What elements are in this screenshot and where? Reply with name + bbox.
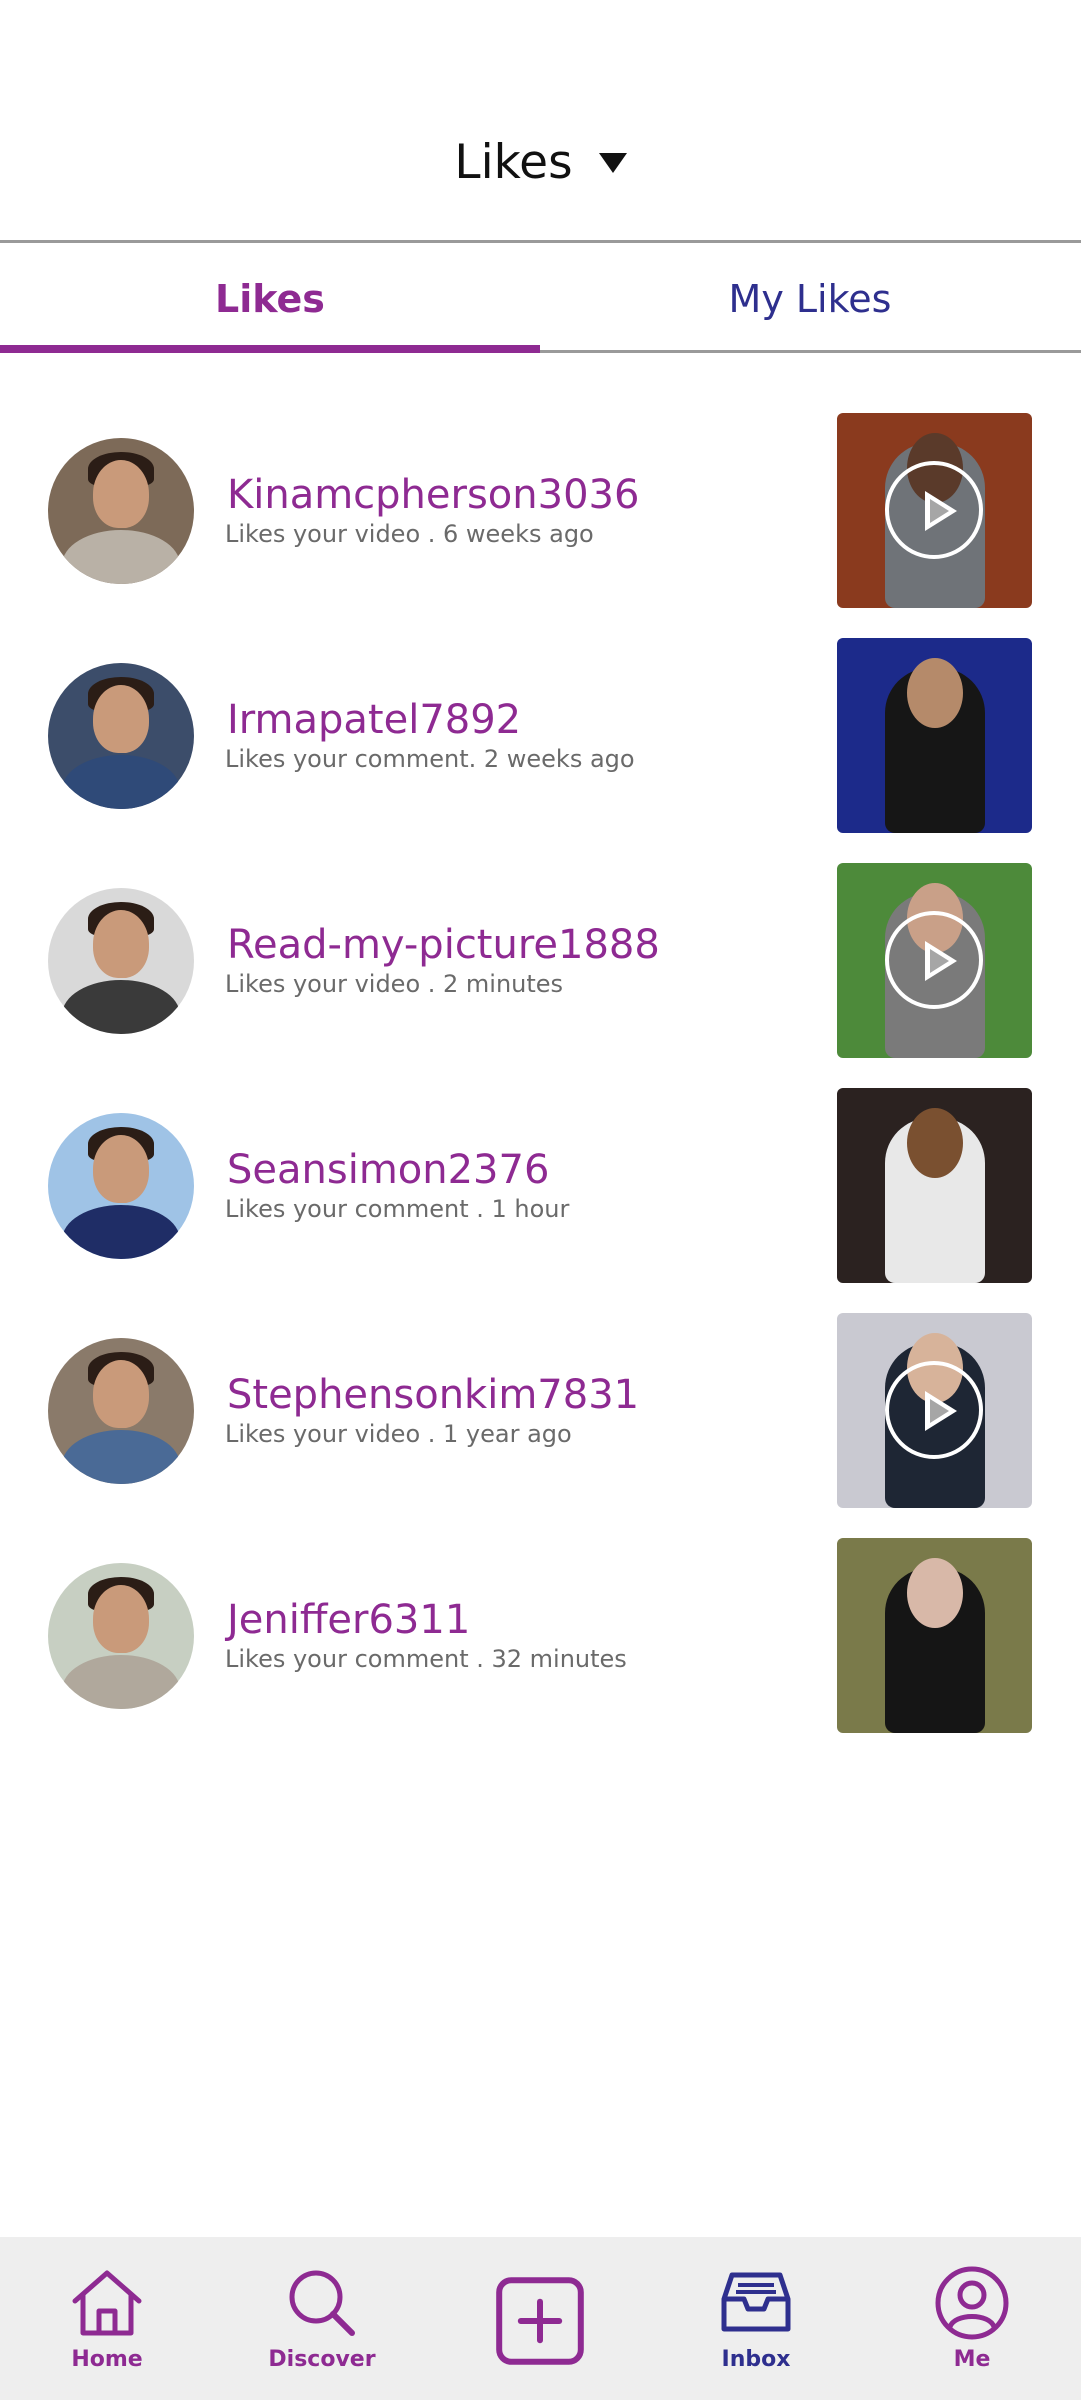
avatar[interactable] xyxy=(48,1113,194,1259)
list-item[interactable]: Read-my-picture1888 Likes your video . 2… xyxy=(0,860,1081,1060)
nav-inbox-label: Inbox xyxy=(721,2347,791,2372)
thumbnail-face xyxy=(907,658,963,728)
video-thumbnail[interactable] xyxy=(837,413,1032,608)
play-icon[interactable] xyxy=(885,461,983,559)
thumbnail-face xyxy=(907,1108,963,1178)
tab-bar: Likes My Likes xyxy=(0,243,1081,355)
inbox-icon xyxy=(721,2272,791,2332)
nav-home-label: Home xyxy=(71,2347,143,2372)
avatar-body xyxy=(62,980,180,1034)
avatar[interactable] xyxy=(48,888,194,1034)
caret-down-icon xyxy=(598,152,627,173)
bottom-navigation: Home Discover Inbox Me xyxy=(0,2237,1081,2400)
list-item[interactable]: Kinamcpherson3036 Likes your video . 6 w… xyxy=(0,410,1081,610)
active-tab-indicator xyxy=(0,345,540,353)
avatar-face xyxy=(93,910,149,978)
avatar-body xyxy=(62,530,180,584)
username[interactable]: Read-my-picture1888 xyxy=(227,922,660,968)
header-title-dropdown[interactable]: Likes xyxy=(0,135,1081,190)
search-icon xyxy=(289,2270,355,2336)
avatar-face xyxy=(93,1585,149,1653)
video-thumbnail[interactable] xyxy=(837,863,1032,1058)
list-item[interactable]: Irmapatel7892 Likes your comment. 2 week… xyxy=(0,635,1081,835)
nav-add[interactable] xyxy=(470,2237,610,2400)
activity-text: Likes your comment. 2 weeks ago xyxy=(225,745,635,773)
tab-my-likes-label: My Likes xyxy=(728,277,892,321)
avatar-face xyxy=(93,1135,149,1203)
activity-text: Likes your video . 1 year ago xyxy=(225,1420,572,1448)
page-title: Likes xyxy=(454,135,573,190)
username[interactable]: Seansimon2376 xyxy=(227,1147,549,1193)
list-item[interactable]: Jeniffer6311 Likes your comment . 32 min… xyxy=(0,1535,1081,1735)
nav-home[interactable]: Home xyxy=(37,2237,177,2400)
tab-my-likes[interactable]: My Likes xyxy=(540,243,1080,355)
username[interactable]: Jeniffer6311 xyxy=(227,1597,470,1643)
avatar[interactable] xyxy=(48,1563,194,1709)
avatar-body xyxy=(62,755,180,809)
video-thumbnail[interactable] xyxy=(837,1313,1032,1508)
comment-thumbnail[interactable] xyxy=(837,638,1032,833)
nav-me-label: Me xyxy=(953,2347,991,2372)
activity-text: Likes your video . 6 weeks ago xyxy=(225,520,594,548)
comment-thumbnail[interactable] xyxy=(837,1538,1032,1733)
avatar[interactable] xyxy=(48,438,194,584)
avatar[interactable] xyxy=(48,1338,194,1484)
nav-inbox[interactable]: Inbox xyxy=(686,2237,826,2400)
play-icon[interactable] xyxy=(885,1361,983,1459)
add-icon xyxy=(496,2277,584,2365)
avatar-body xyxy=(62,1205,180,1259)
username[interactable]: Stephensonkim7831 xyxy=(227,1372,639,1418)
nav-discover-label: Discover xyxy=(268,2347,376,2372)
comment-thumbnail[interactable] xyxy=(837,1088,1032,1283)
avatar[interactable] xyxy=(48,663,194,809)
activity-text: Likes your comment . 32 minutes xyxy=(225,1645,627,1673)
avatar-face xyxy=(93,1360,149,1428)
tab-likes[interactable]: Likes xyxy=(0,243,540,355)
activity-text: Likes your video . 2 minutes xyxy=(225,970,564,998)
profile-icon xyxy=(935,2266,1009,2340)
username[interactable]: Irmapatel7892 xyxy=(227,697,521,743)
home-icon xyxy=(72,2270,142,2336)
username[interactable]: Kinamcpherson3036 xyxy=(227,472,639,518)
header: Likes xyxy=(0,0,1081,243)
list-item[interactable]: Stephensonkim7831 Likes your video . 1 y… xyxy=(0,1310,1081,1510)
avatar-body xyxy=(62,1655,180,1709)
activity-text: Likes your comment . 1 hour xyxy=(225,1195,570,1223)
play-icon[interactable] xyxy=(885,911,983,1009)
tab-likes-label: Likes xyxy=(215,277,325,321)
list-item[interactable]: Seansimon2376 Likes your comment . 1 hou… xyxy=(0,1085,1081,1285)
avatar-face xyxy=(93,460,149,528)
nav-discover[interactable]: Discover xyxy=(252,2237,392,2400)
avatar-body xyxy=(62,1430,180,1484)
thumbnail-face xyxy=(907,1558,963,1628)
avatar-face xyxy=(93,685,149,753)
nav-me[interactable]: Me xyxy=(902,2237,1042,2400)
tab-divider xyxy=(540,350,1081,353)
